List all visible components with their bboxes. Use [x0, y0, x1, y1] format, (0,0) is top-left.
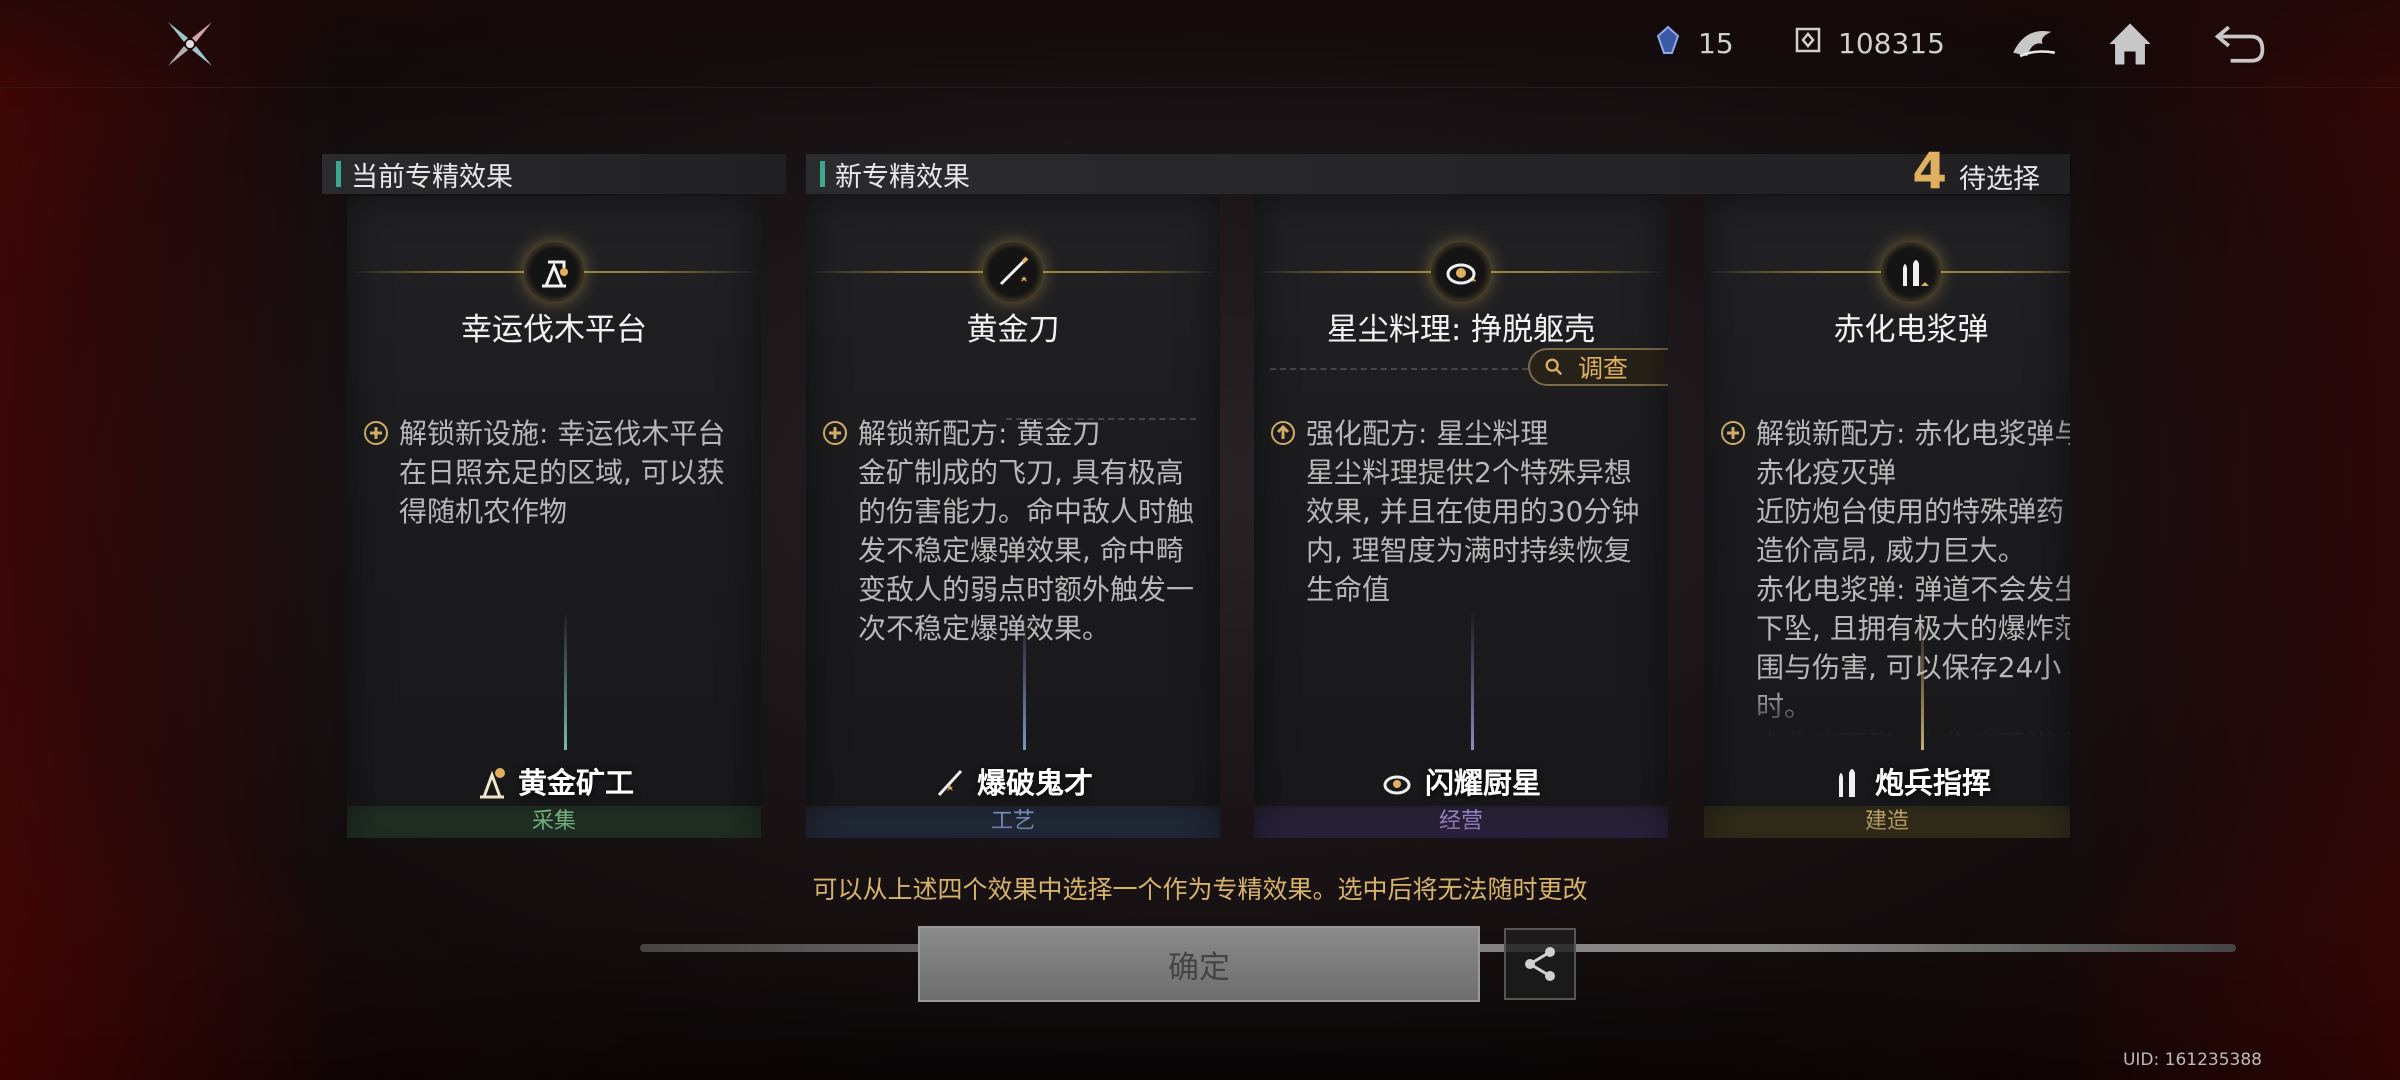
card-dash-divider [1270, 368, 1528, 370]
lumber-platform-icon [524, 242, 584, 302]
card-description-text: 解锁新配方: 赤化电浆弹与 赤化疫灭弹 近防炮台使用的特殊弹药 造价高昂, 威力… [1756, 417, 2070, 736]
pending-label: 待选择 [1959, 164, 2040, 195]
crystal-count: 15 [1698, 27, 1734, 60]
effect-card-option-2[interactable]: 星尘料理: 挣脱躯壳 调查 强化配方: 星尘料理 星尘料理提供2个特殊异想 效果… [1254, 196, 1668, 838]
card-description: 解锁新配方: 赤化电浆弹与 赤化疫灭弹 近防炮台使用的特殊弹药 造价高昂, 威力… [1720, 414, 2070, 736]
effect-card-option-3[interactable]: 赤化电浆弹 解锁新配方: 赤化电浆弹与 赤化疫灭弹 近防炮台使用的特殊弹药 造价… [1704, 196, 2070, 838]
header-accent-bar [336, 161, 341, 187]
card-description: 解锁新配方: 黄金刀 金矿制成的飞刀, 具有极高 的伤害能力。命中敌人时触 发不… [822, 414, 1210, 648]
back-icon[interactable] [2210, 14, 2270, 74]
search-icon [1545, 358, 1563, 376]
category-label: 采集 [347, 806, 761, 838]
stardust-dish-icon [1431, 242, 1491, 302]
chip-resource: 108315 [1792, 24, 1945, 63]
pending-selection: 4 待选择 [1912, 142, 2040, 200]
unlock-plus-icon [823, 421, 847, 445]
card-description: 解锁新设施: 幸运伐木平台 在日照充足的区域, 可以获 得随机农作物 [363, 414, 751, 531]
card-title: 幸运伐木平台 [461, 312, 647, 348]
confirm-button[interactable]: 确定 [918, 926, 1480, 1002]
miner-icon [479, 768, 505, 799]
unlock-plus-icon [1721, 421, 1745, 445]
upgrade-arrow-icon [1271, 421, 1295, 445]
role-name: 炮兵指挥 [1874, 766, 1991, 800]
card-title: 赤化电浆弹 [1833, 312, 1989, 348]
card-role: 爆破鬼才 [806, 760, 1220, 802]
share-icon [1525, 947, 1555, 981]
crystal-resource: 15 [1652, 24, 1734, 63]
crystal-icon [1652, 24, 1684, 63]
effect-card-current[interactable]: 幸运伐木平台 解锁新设施: 幸运伐木平台 在日照充足的区域, 可以获 得随机农作… [347, 196, 761, 838]
home-icon[interactable] [2100, 14, 2160, 74]
card-role: 闪耀厨星 [1254, 760, 1668, 802]
role-name: 黄金矿工 [517, 766, 634, 800]
light-beam [564, 610, 567, 750]
unlock-plus-icon [364, 421, 388, 445]
chef-icon [1383, 775, 1411, 795]
current-effect-header: 当前专精效果 [322, 154, 786, 194]
investigate-label: 调查 [1578, 354, 1629, 383]
selection-notice: 可以从上述四个效果中选择一个作为专精效果。选中后将无法随时更改 [812, 875, 1588, 904]
card-role: 黄金矿工 [347, 760, 761, 802]
card-title: 星尘料理: 挣脱躯壳 [1326, 312, 1596, 348]
game-logo-icon [162, 16, 218, 72]
new-effect-header: 新专精效果 4 待选择 [806, 142, 2070, 200]
light-beam [1023, 610, 1026, 750]
investigate-button[interactable]: 调查 [1528, 348, 1668, 386]
plasma-shell-icon [1881, 242, 1941, 302]
light-beam [1921, 610, 1924, 750]
role-name: 爆破鬼才 [976, 766, 1093, 800]
header-accent-bar [820, 161, 825, 187]
current-effect-title: 当前专精效果 [351, 161, 513, 193]
chip-count: 108315 [1838, 27, 1945, 60]
category-label: 经营 [1254, 806, 1668, 838]
share-button[interactable] [1504, 928, 1576, 1000]
guild-emblem-icon[interactable] [2004, 14, 2064, 74]
chip-icon [1792, 24, 1824, 63]
category-label: 建造 [1704, 806, 2070, 838]
artillery-icon [1838, 769, 1855, 797]
card-description-text: 解锁新配方: 黄金刀 金矿制成的飞刀, 具有极高 的伤害能力。命中敌人时触 发不… [858, 417, 1195, 645]
card-description: 强化配方: 星尘料理 星尘料理提供2个特殊异想 效果, 并且在使用的30分钟 内… [1270, 414, 1658, 609]
demolition-icon [937, 769, 963, 797]
pending-count: 4 [1912, 142, 1947, 200]
role-name: 闪耀厨星 [1424, 766, 1541, 800]
card-description-text: 解锁新设施: 幸运伐木平台 在日照充足的区域, 可以获 得随机农作物 [399, 417, 726, 528]
card-title: 黄金刀 [966, 312, 1060, 348]
card-description-text: 强化配方: 星尘料理 星尘料理提供2个特殊异想 效果, 并且在使用的30分钟 内… [1306, 417, 1640, 606]
category-label: 工艺 [806, 806, 1220, 838]
top-bar: 15 108315 [0, 0, 2400, 88]
effect-card-option-1[interactable]: 黄金刀 解锁新配方: 黄金刀 金矿制成的飞刀, 具有极高 的伤害能力。命中敌人时… [806, 196, 1220, 838]
user-id: UID: 161235388 [2122, 1050, 2262, 1070]
card-role: 炮兵指挥 [1704, 760, 2070, 802]
throwing-knife-icon [983, 242, 1043, 302]
light-beam [1471, 610, 1474, 750]
new-effect-title: 新专精效果 [835, 161, 970, 193]
